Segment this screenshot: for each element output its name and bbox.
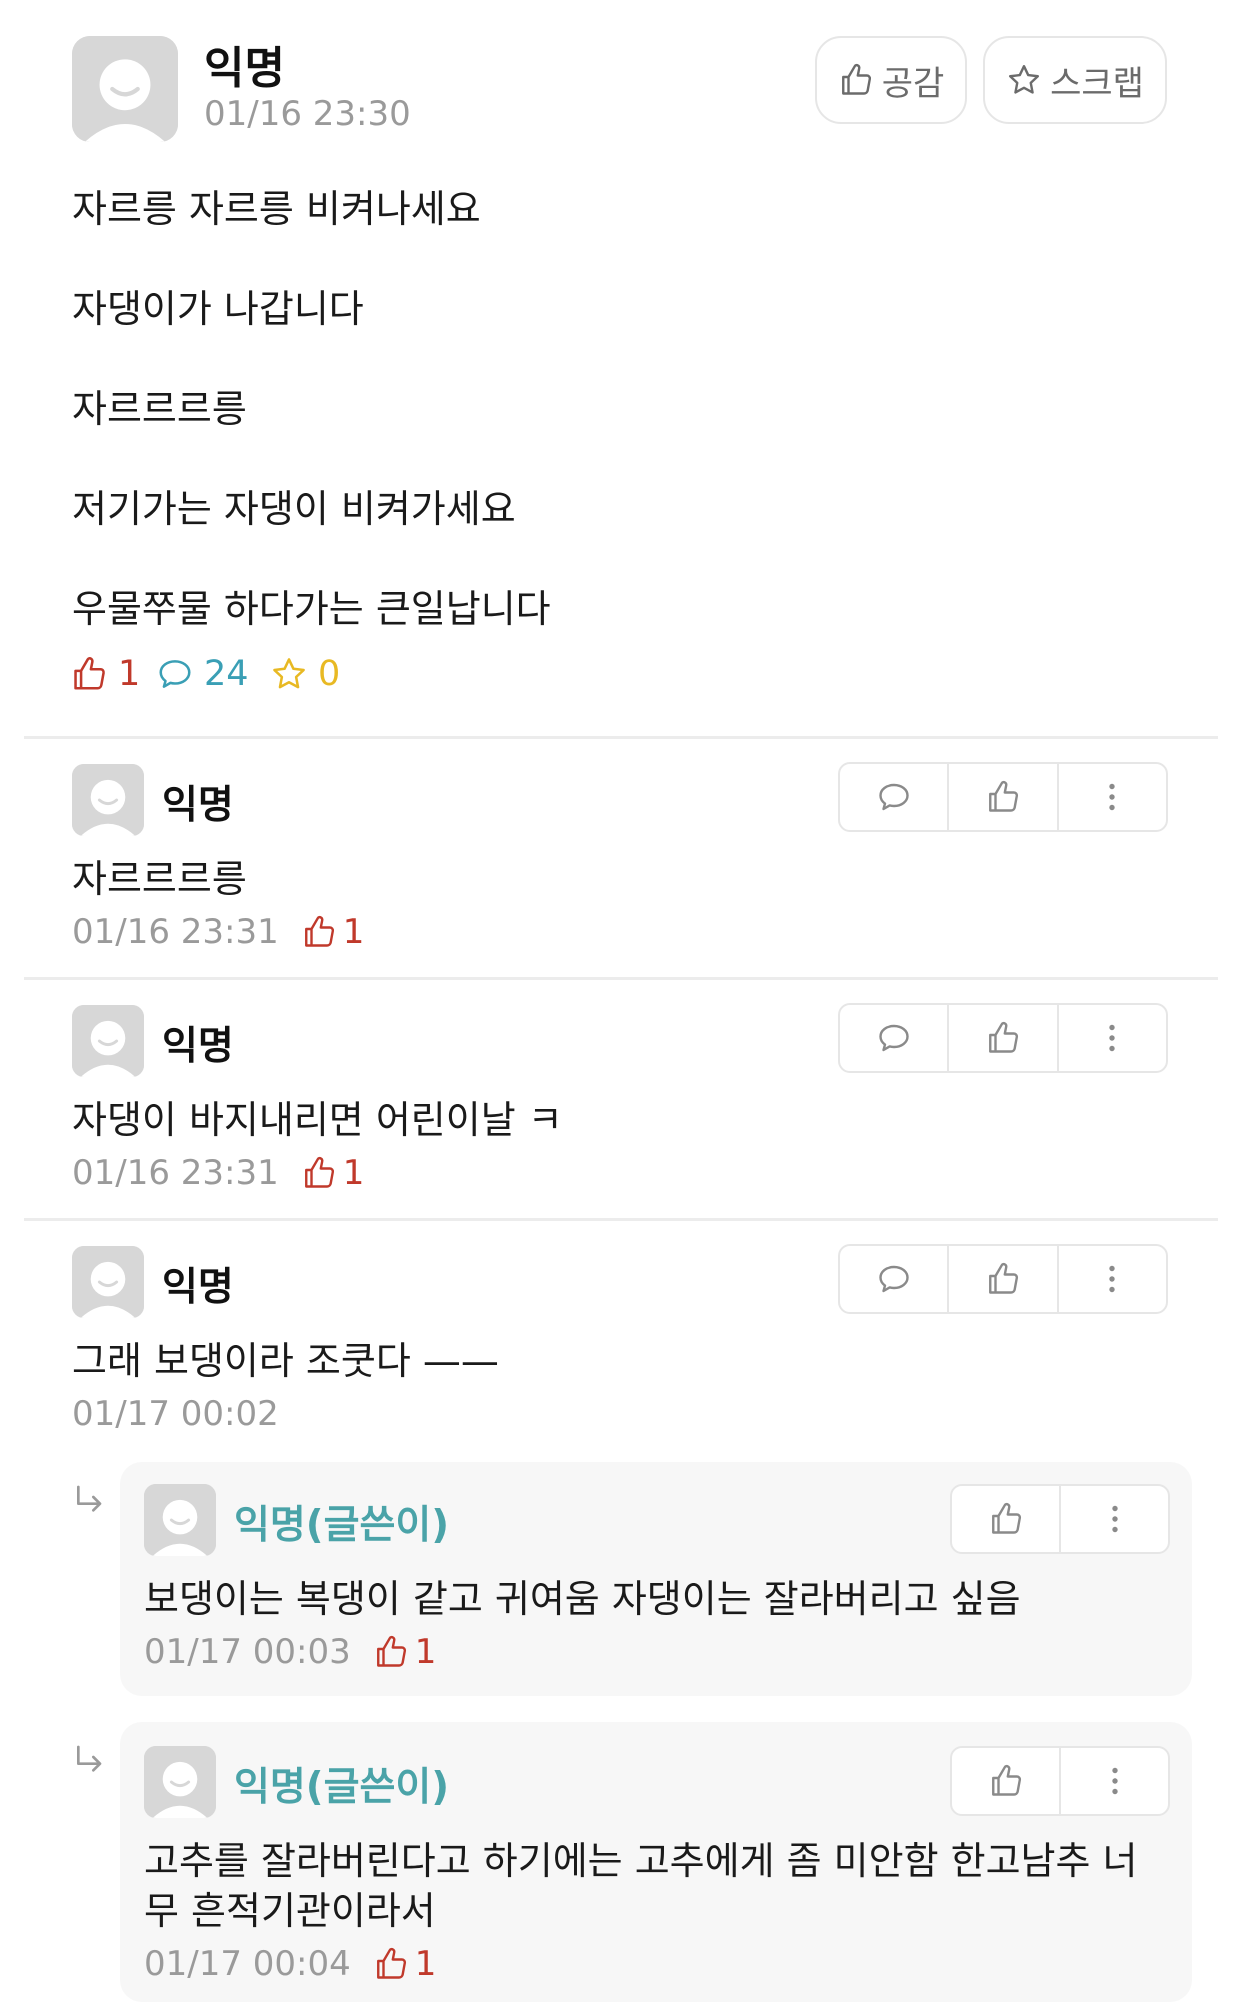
thumbs-up-icon [70, 655, 108, 693]
comment-icon [876, 1261, 912, 1297]
reply-button[interactable] [840, 1246, 950, 1312]
comment-icon [876, 1020, 912, 1056]
post-body-line: 자르릉 자르릉 비켜나세요 [72, 187, 481, 231]
thumbs-up-icon [301, 914, 337, 950]
more-icon [1094, 1261, 1130, 1297]
comment-like-button[interactable] [949, 1005, 1059, 1071]
reply-more-button[interactable] [1061, 1486, 1168, 1552]
post-body-line: 자댕이가 나갑니다 [72, 287, 364, 331]
reply-like-button[interactable] [952, 1486, 1061, 1552]
comment-timestamp: 01/16 23:31 [72, 912, 279, 952]
reply-avatar [144, 1746, 216, 1818]
comment-text: 자르르르릉 [72, 857, 247, 901]
comment-avatar [72, 764, 144, 836]
comment-action-bar [838, 1244, 1168, 1314]
comment-text: 그래 보댕이라 조쿳다 —— [72, 1339, 499, 1383]
comment-action-bar [838, 1003, 1168, 1073]
comment-more-button[interactable] [1059, 764, 1166, 830]
star-icon [270, 655, 308, 693]
reply-like-count: 1 [373, 1632, 436, 1672]
comment-author: 익명 [162, 1024, 234, 1069]
thumbs-up-icon [838, 62, 874, 98]
comment-meta: 01/17 00:02 [72, 1394, 279, 1434]
thumbs-up-icon [373, 1634, 409, 1670]
comment-like-button[interactable] [949, 1246, 1059, 1312]
comment-avatar [72, 1246, 144, 1318]
comment-like-button[interactable] [949, 764, 1059, 830]
post-like-count: 1 [70, 654, 140, 694]
star-icon [1006, 62, 1042, 98]
comment-more-button[interactable] [1059, 1246, 1166, 1312]
reply-text: 보댕이는 복댕이 같고 귀여움 자댕이는 잘라버리고 싶음 [144, 1577, 1021, 1621]
post-comment-count: 24 [156, 654, 249, 694]
post-scrap-count: 0 [270, 654, 340, 694]
comment-like-count: 1 [301, 912, 364, 952]
reply-arrow-icon [70, 1742, 110, 1782]
reply-like-count: 1 [373, 1944, 436, 1984]
scrap-button[interactable]: 스크랩 [983, 36, 1167, 124]
reply-timestamp: 01/17 00:04 [144, 1944, 351, 1984]
comment-icon [156, 655, 194, 693]
more-icon [1097, 1501, 1133, 1537]
thumbs-up-icon [985, 1261, 1021, 1297]
like-button-label: 공감 [881, 63, 945, 104]
divider [24, 1218, 1218, 1221]
reply-author: 익명(글쓴이) [234, 1765, 450, 1810]
more-icon [1097, 1763, 1133, 1799]
reply-button[interactable] [840, 764, 950, 830]
thumbs-up-icon [988, 1501, 1024, 1537]
post-timestamp: 01/16 23:30 [204, 94, 411, 134]
like-button[interactable]: 공감 [815, 36, 967, 124]
comment-avatar [72, 1005, 144, 1077]
reply-author: 익명(글쓴이) [234, 1503, 450, 1548]
reply-timestamp: 01/17 00:03 [144, 1632, 351, 1672]
comment-timestamp: 01/16 23:31 [72, 1153, 279, 1193]
comment-timestamp: 01/17 00:02 [72, 1394, 279, 1434]
more-icon [1094, 1020, 1130, 1056]
divider [24, 977, 1218, 980]
comment-meta: 01/16 23:31 1 [72, 912, 364, 952]
reply-action-bar [950, 1484, 1170, 1554]
more-icon [1094, 779, 1130, 815]
comment-text: 자댕이 바지내리면 어린이날 ㅋ [72, 1098, 563, 1142]
reply-meta: 01/17 00:03 1 [144, 1632, 436, 1672]
post-body-line: 우물쭈물 하다가는 큰일납니다 [72, 587, 551, 631]
reply-button[interactable] [840, 1005, 950, 1071]
comment-meta: 01/16 23:31 1 [72, 1153, 364, 1193]
thumbs-up-icon [988, 1763, 1024, 1799]
reply-avatar [144, 1484, 216, 1556]
reply-action-bar [950, 1746, 1170, 1816]
comment-icon [876, 779, 912, 815]
thumbs-up-icon [373, 1946, 409, 1982]
thumbs-up-icon [985, 779, 1021, 815]
comment-more-button[interactable] [1059, 1005, 1166, 1071]
reply-more-button[interactable] [1061, 1748, 1168, 1814]
post-body-line: 자르르르릉 [72, 387, 247, 431]
reply-text-line: 고추를 잘라버린다고 하기에는 고추에게 좀 미안함 한고남추 너 [144, 1839, 1138, 1883]
comment-action-bar [838, 762, 1168, 832]
reply-like-button[interactable] [952, 1748, 1061, 1814]
comment-author: 익명 [162, 783, 234, 828]
post-body-line: 저기가는 자댕이 비켜가세요 [72, 487, 516, 531]
post-avatar [72, 36, 178, 142]
divider [24, 736, 1218, 739]
comment-author: 익명 [162, 1265, 234, 1310]
reply-text-line: 무 흔적기관이라서 [144, 1889, 436, 1933]
comment-like-count: 1 [301, 1153, 364, 1193]
thumbs-up-icon [985, 1020, 1021, 1056]
reply-arrow-icon [70, 1482, 110, 1522]
scrap-button-label: 스크랩 [1050, 63, 1144, 104]
reply-meta: 01/17 00:04 1 [144, 1944, 436, 1984]
post-author: 익명 [204, 43, 285, 94]
thumbs-up-icon [301, 1155, 337, 1191]
